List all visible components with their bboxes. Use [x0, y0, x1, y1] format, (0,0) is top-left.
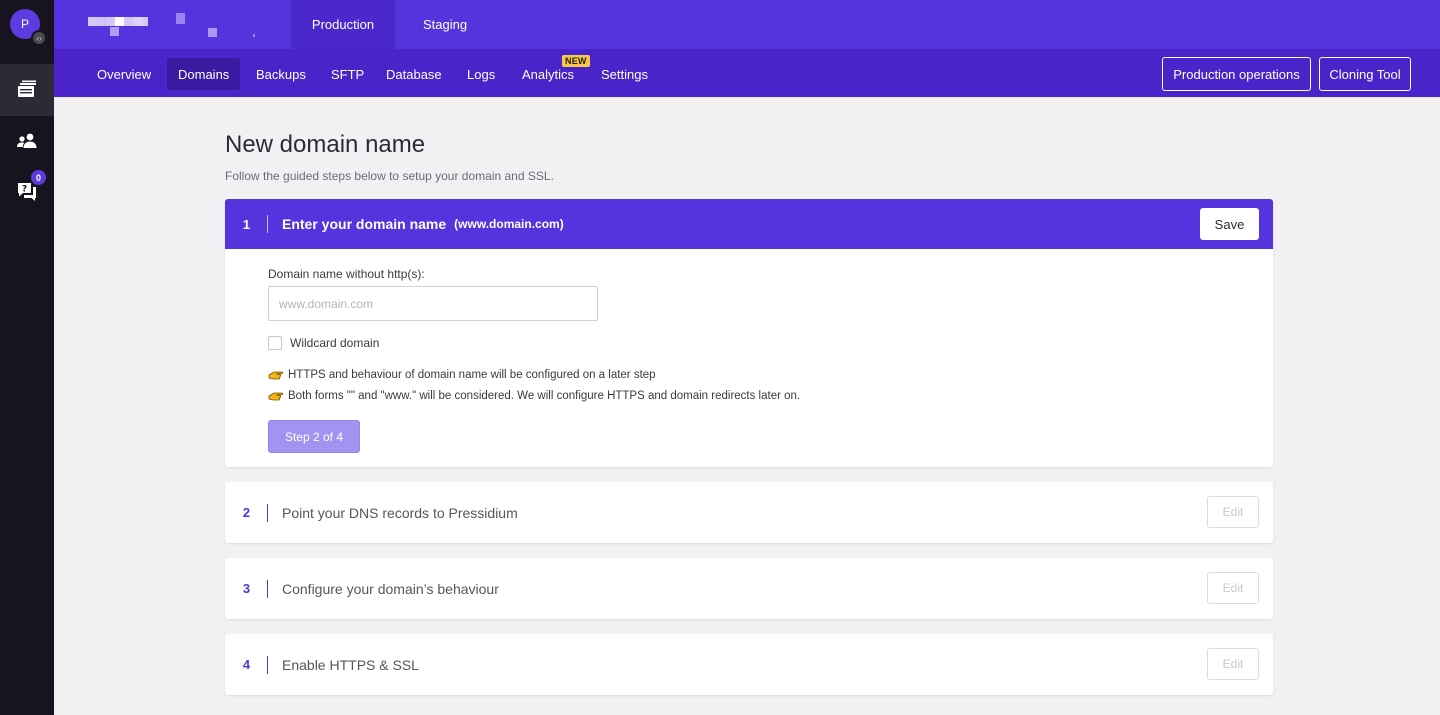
step-header-1: 1 Enter your domain name (www.domain.com… — [225, 199, 1273, 249]
nav-settings[interactable]: Settings — [590, 58, 659, 90]
step-card-4: 4 Enable HTTPS & SSL Edit — [225, 634, 1273, 695]
top-bar: Production Staging — [54, 0, 1440, 49]
step-divider — [267, 580, 268, 598]
sub-navigation: Overview Domains Backups SFTP Database L… — [54, 49, 1440, 97]
note-both-forms: Both forms "" and "www." will be conside… — [268, 390, 800, 402]
domain-field-label: Domain name without http(s): — [268, 267, 425, 281]
edit-button[interactable]: Edit — [1207, 572, 1259, 604]
pointing-hand-icon — [268, 371, 284, 380]
step-title: Point your DNS records to Pressidium — [282, 504, 518, 521]
tab-production[interactable]: Production — [291, 0, 395, 49]
step-header-3: 3 Configure your domain’s behaviour Edit — [225, 558, 1273, 619]
edit-button[interactable]: Edit — [1207, 648, 1259, 680]
pointing-hand-icon — [268, 392, 284, 401]
tab-staging[interactable]: Staging — [395, 0, 495, 49]
new-badge: NEW — [562, 55, 590, 67]
edit-button[interactable]: Edit — [1207, 496, 1259, 528]
step-number: 4 — [242, 657, 251, 672]
step-header-4: 4 Enable HTTPS & SSL Edit — [225, 634, 1273, 695]
note-https-later: HTTPS and behaviour of domain name will … — [268, 369, 656, 381]
step-divider — [267, 504, 268, 522]
wildcard-checkbox[interactable] — [268, 336, 282, 350]
wildcard-domain-option[interactable]: Wildcard domain — [268, 336, 379, 350]
nav-overview[interactable]: Overview — [86, 58, 162, 90]
page-subtitle: Follow the guided steps below to setup y… — [225, 169, 554, 183]
nav-domains[interactable]: Domains — [167, 58, 241, 90]
nav-backups[interactable]: Backups — [245, 58, 317, 90]
users-icon — [17, 133, 37, 148]
sidebar-item-support[interactable]: ? — [0, 165, 54, 217]
step-hint: (www.domain.com) — [454, 217, 564, 231]
notification-count-badge: 0 — [31, 170, 46, 185]
step-title: Enable HTTPS & SSL — [282, 656, 419, 673]
nav-logs[interactable]: Logs — [456, 58, 506, 90]
production-operations-button[interactable]: Production operations — [1162, 57, 1311, 91]
step-card-3: 3 Configure your domain’s behaviour Edit — [225, 558, 1273, 619]
step-header-2: 2 Point your DNS records to Pressidium E… — [225, 482, 1273, 543]
sites-stack-icon — [18, 80, 36, 97]
step-body-1: Domain name without http(s): Wildcard do… — [225, 249, 1273, 467]
step-title: Configure your domain’s behaviour — [282, 580, 499, 597]
left-sidebar: P ‹› ? 0 — [0, 0, 54, 715]
step-number: 2 — [242, 505, 251, 520]
next-step-button[interactable]: Step 2 of 4 — [268, 420, 360, 453]
step-number: 1 — [242, 216, 251, 232]
nav-sftp[interactable]: SFTP — [320, 58, 375, 90]
domain-name-input[interactable] — [268, 286, 598, 321]
step-number: 3 — [242, 581, 251, 596]
wildcard-label: Wildcard domain — [290, 336, 380, 350]
sidebar-item-users[interactable] — [0, 115, 54, 167]
site-logo-icon — [88, 13, 255, 37]
step-card-2: 2 Point your DNS records to Pressidium E… — [225, 482, 1273, 543]
cloning-tool-button[interactable]: Cloning Tool — [1319, 57, 1411, 91]
step-divider — [267, 215, 268, 233]
page-title: New domain name — [225, 131, 426, 158]
code-icon[interactable]: ‹› — [31, 30, 47, 46]
save-button[interactable]: Save — [1200, 208, 1259, 240]
nav-database[interactable]: Database — [375, 58, 453, 90]
step-title: Enter your domain name (www.domain.com) — [282, 216, 564, 232]
avatar-letter: P — [20, 17, 29, 31]
sidebar-item-sites[interactable] — [0, 64, 54, 116]
svg-text:?: ? — [22, 185, 27, 195]
step-divider — [267, 656, 268, 674]
step-card-1: 1 Enter your domain name (www.domain.com… — [225, 199, 1273, 467]
